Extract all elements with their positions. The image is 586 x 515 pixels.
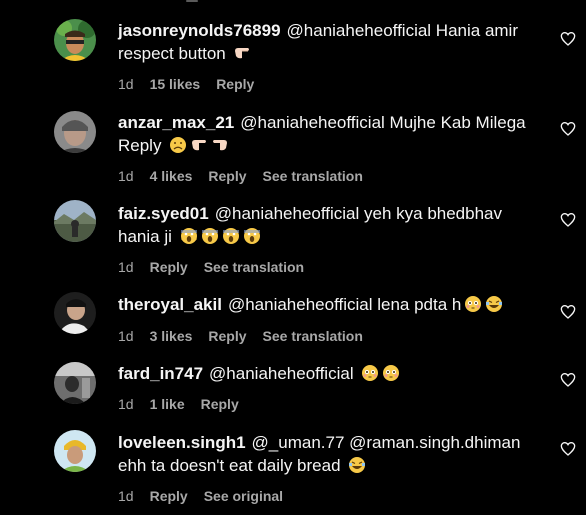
screaming-face-emoji	[243, 227, 261, 245]
reply-button[interactable]: Reply	[201, 396, 239, 412]
avatar[interactable]	[54, 111, 96, 153]
see-translation-button[interactable]: See translation	[263, 328, 363, 344]
flushed-face-emoji	[464, 295, 482, 313]
avatar[interactable]	[54, 430, 96, 472]
reply-button[interactable]: Reply	[208, 168, 246, 184]
flushed-face-emoji	[382, 364, 400, 382]
heart-icon[interactable]	[560, 304, 576, 320]
comment-time: 1d	[118, 396, 134, 412]
comment-time: 1d	[118, 168, 134, 184]
comment-time: 1d	[118, 76, 134, 92]
comment-meta: 1d 4 likes Reply See translation	[118, 168, 379, 184]
comment-time: 1d	[118, 488, 134, 504]
laughing-face-emoji	[348, 456, 366, 474]
likes-count[interactable]: 4 likes	[150, 168, 193, 184]
comment-meta: 1d 3 likes Reply See translation	[118, 328, 379, 344]
comment-time: 1d	[118, 259, 134, 275]
screaming-face-emoji	[201, 227, 219, 245]
see-translation-button[interactable]: See translation	[204, 259, 304, 275]
reply-button[interactable]: Reply	[208, 328, 246, 344]
reply-button[interactable]: Reply	[216, 76, 254, 92]
comment-meta: 1d Reply See original	[118, 488, 299, 504]
frowning-face-emoji	[169, 136, 187, 154]
username[interactable]: fard_in747	[118, 364, 203, 383]
heart-icon[interactable]	[560, 441, 576, 457]
comment-text: anzar_max_21 @haniaheheofficial Mujhe Kab…	[118, 111, 528, 157]
see-original-button[interactable]: See original	[204, 488, 283, 504]
screaming-face-emoji	[180, 227, 198, 245]
username[interactable]: anzar_max_21	[118, 113, 234, 132]
comment-body: @haniaheheofficial lena pdta h	[227, 295, 462, 314]
likes-count[interactable]: 3 likes	[150, 328, 193, 344]
reply-button[interactable]: Reply	[150, 259, 188, 275]
username[interactable]: faiz.syed01	[118, 204, 209, 223]
comment-meta: 1d 1 like Reply	[118, 396, 255, 412]
likes-count[interactable]: 15 likes	[150, 76, 201, 92]
avatar[interactable]	[54, 292, 96, 334]
comment-meta: 1d 15 likes Reply	[118, 76, 270, 92]
avatar[interactable]	[54, 362, 96, 404]
screaming-face-emoji	[222, 227, 240, 245]
username[interactable]: jasonreynolds76899	[118, 21, 281, 40]
avatar[interactable]	[54, 19, 96, 61]
username[interactable]: loveleen.singh1	[118, 433, 246, 452]
heart-icon[interactable]	[560, 212, 576, 228]
flushed-face-emoji	[361, 364, 379, 382]
comment-time: 1d	[118, 328, 134, 344]
reply-button[interactable]: Reply	[150, 488, 188, 504]
comment-text: faiz.syed01 @haniaheheofficial yeh kya bh…	[118, 202, 528, 248]
comment-text: jasonreynolds76899 @haniaheheofficial Han…	[118, 19, 528, 65]
laughing-face-emoji	[485, 295, 503, 313]
comment-text: fard_in747 @haniaheheofficial	[118, 362, 528, 385]
avatar[interactable]	[54, 200, 96, 242]
comment-text: theroyal_akil @haniaheheofficial lena pdt…	[118, 293, 528, 316]
heart-icon[interactable]	[560, 121, 576, 137]
point-left-emoji	[211, 136, 229, 154]
comment-body: @haniaheheofficial	[209, 364, 354, 383]
point-right-emoji	[233, 44, 251, 62]
username[interactable]: theroyal_akil	[118, 295, 222, 314]
scroll-remnant	[186, 0, 198, 2]
comment-meta: 1d Reply See translation	[118, 259, 320, 275]
point-right-emoji	[190, 136, 208, 154]
heart-icon[interactable]	[560, 372, 576, 388]
see-translation-button[interactable]: See translation	[263, 168, 363, 184]
likes-count[interactable]: 1 like	[150, 396, 185, 412]
comment-text: loveleen.singh1 @_uman.77 @raman.singh.dh…	[118, 431, 528, 477]
heart-icon[interactable]	[560, 31, 576, 47]
